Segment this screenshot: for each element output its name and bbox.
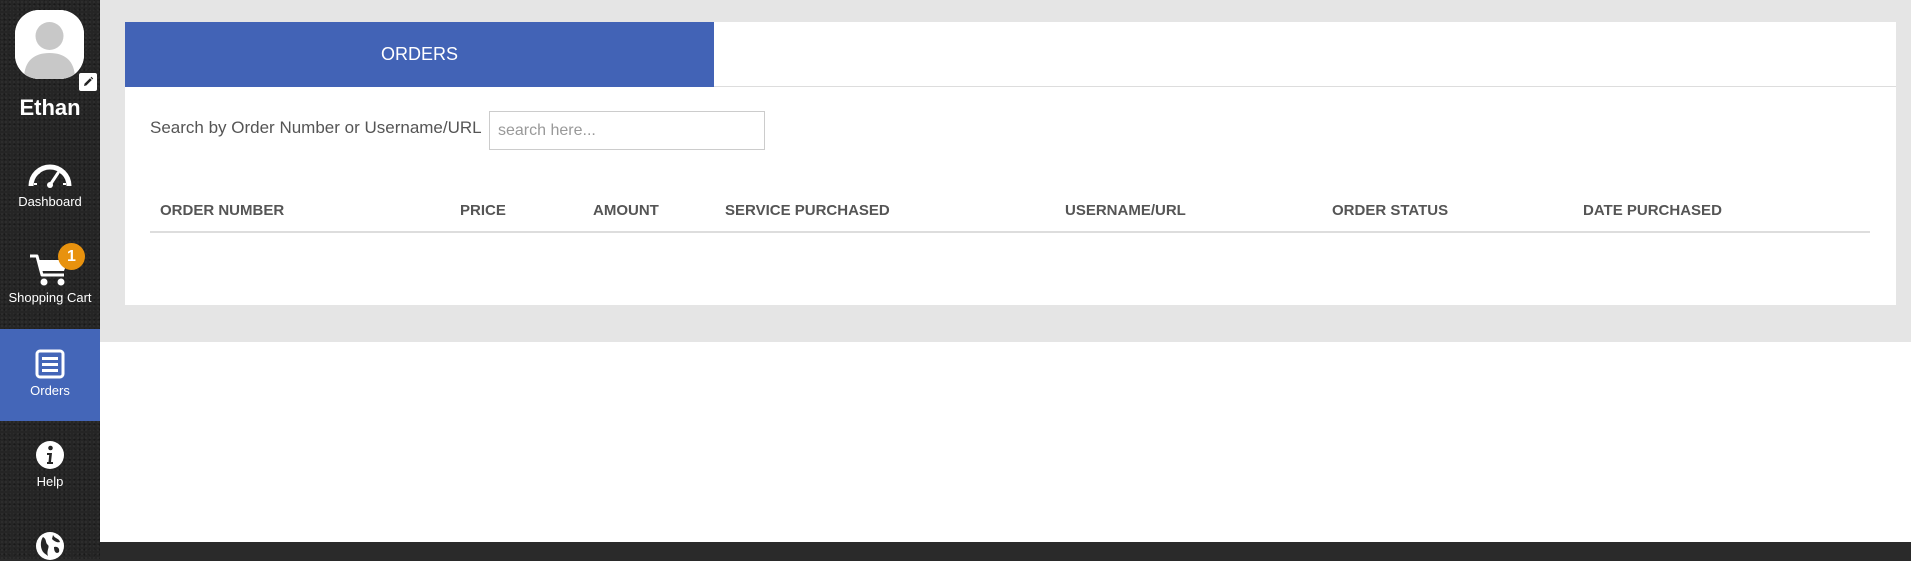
cart-count-badge: 1 — [58, 243, 85, 270]
info-icon — [0, 440, 100, 470]
footer-bar — [100, 542, 1911, 559]
profile: Ethan — [0, 0, 100, 135]
sidebar-item-help[interactable]: Help — [0, 421, 100, 513]
column-header-order-status[interactable]: ORDER STATUS — [1332, 202, 1448, 219]
user-silhouette-icon — [15, 10, 84, 79]
content-background: ORDERS Search by Order Number or Usernam… — [100, 0, 1911, 342]
column-header-service-purchased[interactable]: SERVICE PURCHASED — [725, 202, 890, 219]
column-header-order-number[interactable]: ORDER NUMBER — [160, 202, 284, 219]
column-header-price[interactable]: PRICE — [460, 202, 506, 219]
globe-icon — [0, 531, 100, 561]
sidebar-item-label: Dashboard — [18, 194, 82, 209]
sidebar-item-shopping-cart[interactable]: Shopping Cart — [0, 245, 100, 337]
column-header-username-url[interactable]: USERNAME/URL — [1065, 202, 1186, 219]
tab-orders[interactable]: ORDERS — [125, 22, 714, 87]
pencil-icon — [84, 76, 94, 86]
column-header-amount[interactable]: AMOUNT — [593, 202, 659, 219]
profile-name: Ethan — [19, 95, 81, 120]
sidebar-item-globe[interactable] — [0, 513, 100, 561]
tab-bar: ORDERS — [125, 22, 1896, 87]
main-area: ORDERS Search by Order Number or Usernam… — [100, 0, 1911, 542]
sidebar-item-label: Shopping Cart — [8, 290, 92, 305]
speedometer-icon — [0, 158, 100, 188]
search-input[interactable] — [489, 111, 765, 150]
orders-panel: ORDERS Search by Order Number or Usernam… — [125, 22, 1896, 305]
orders-table-header: ORDER NUMBER PRICE AMOUNT SERVICE PURCHA… — [150, 176, 1870, 233]
sidebar-item-orders[interactable]: Orders — [0, 329, 100, 421]
column-header-date-purchased[interactable]: DATE PURCHASED — [1583, 202, 1722, 219]
sidebar: Ethan Dashboard Shopping Cart 1 Orders H… — [0, 0, 100, 561]
avatar[interactable] — [15, 10, 84, 79]
sidebar-item-label: Orders — [30, 383, 70, 398]
edit-profile-button[interactable] — [79, 73, 97, 91]
cart-icon — [0, 252, 100, 288]
sidebar-item-dashboard[interactable]: Dashboard — [0, 150, 100, 242]
search-label: Search by Order Number or Username/URL — [150, 118, 482, 137]
list-icon — [0, 349, 100, 379]
sidebar-item-label: Help — [36, 474, 64, 489]
